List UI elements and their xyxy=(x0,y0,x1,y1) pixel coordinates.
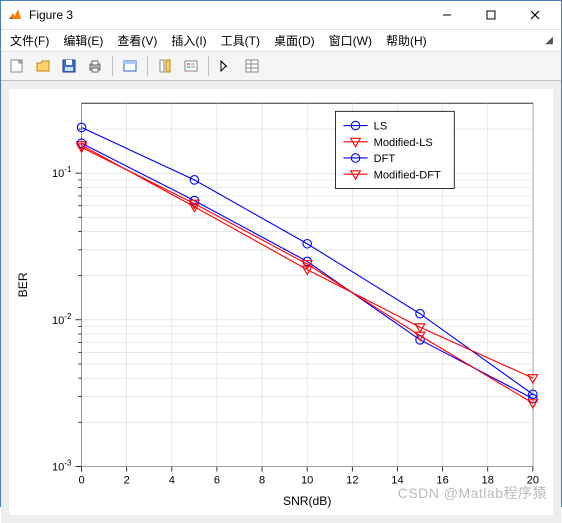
axes[interactable]: 0246810121416182010-310-210-1SNR(dB)BERL… xyxy=(9,89,553,515)
menu-edit[interactable]: 编辑(E) xyxy=(56,30,110,51)
svg-text:10-2: 10-2 xyxy=(52,312,72,327)
print-icon[interactable] xyxy=(83,54,107,78)
svg-text:Modified-LS: Modified-LS xyxy=(374,137,433,149)
insert-colorbar-icon[interactable] xyxy=(153,54,177,78)
svg-text:6: 6 xyxy=(214,475,220,487)
watermark-text: CSDN @Matlab程序猿 xyxy=(398,483,547,503)
insert-legend-icon[interactable] xyxy=(179,54,203,78)
svg-text:0: 0 xyxy=(78,475,84,487)
svg-text:4: 4 xyxy=(169,475,175,487)
svg-text:8: 8 xyxy=(259,475,265,487)
minimize-button[interactable] xyxy=(425,1,469,29)
window-title: Figure 3 xyxy=(29,8,425,22)
toolbar xyxy=(1,52,561,81)
save-icon[interactable] xyxy=(57,54,81,78)
svg-text:Modified-DFT: Modified-DFT xyxy=(374,169,441,181)
svg-text:LS: LS xyxy=(374,121,388,133)
matlab-logo-icon xyxy=(7,7,23,23)
edit-plot-icon[interactable] xyxy=(214,54,238,78)
open-property-inspector-icon[interactable] xyxy=(240,54,264,78)
svg-text:10: 10 xyxy=(301,475,313,487)
svg-text:12: 12 xyxy=(346,475,358,487)
title-bar: Figure 3 xyxy=(1,1,561,30)
close-button[interactable] xyxy=(513,1,557,29)
svg-text:BER: BER xyxy=(16,272,30,297)
toolbar-separator xyxy=(112,56,113,76)
menu-window[interactable]: 窗口(W) xyxy=(322,30,379,51)
menu-file[interactable]: 文件(F) xyxy=(3,30,56,51)
menu-help[interactable]: 帮助(H) xyxy=(379,30,434,51)
svg-text:10-1: 10-1 xyxy=(52,165,72,180)
new-figure-icon[interactable] xyxy=(5,54,29,78)
menu-view[interactable]: 查看(V) xyxy=(110,30,164,51)
svg-text:10-3: 10-3 xyxy=(52,458,72,473)
maximize-button[interactable] xyxy=(469,1,513,29)
menu-desktop[interactable]: 桌面(D) xyxy=(267,30,322,51)
figure-client-area: 0246810121416182010-310-210-1SNR(dB)BERL… xyxy=(1,81,561,523)
svg-text:2: 2 xyxy=(124,475,130,487)
figure-window: Figure 3 文件(F) 编辑(E) 查看(V) 插入(I) 工具(T) 桌… xyxy=(0,0,562,507)
menu-bar: 文件(F) 编辑(E) 查看(V) 插入(I) 工具(T) 桌面(D) 窗口(W… xyxy=(1,30,561,52)
svg-text:SNR(dB): SNR(dB) xyxy=(283,494,331,508)
svg-text:DFT: DFT xyxy=(374,153,396,165)
toolbar-separator xyxy=(208,56,209,76)
menu-tools[interactable]: 工具(T) xyxy=(214,30,267,51)
menu-insert[interactable]: 插入(I) xyxy=(164,30,213,51)
link-axes-icon[interactable] xyxy=(118,54,142,78)
menu-overflow-icon[interactable]: ◢ xyxy=(539,35,559,46)
open-icon[interactable] xyxy=(31,54,55,78)
toolbar-separator xyxy=(147,56,148,76)
